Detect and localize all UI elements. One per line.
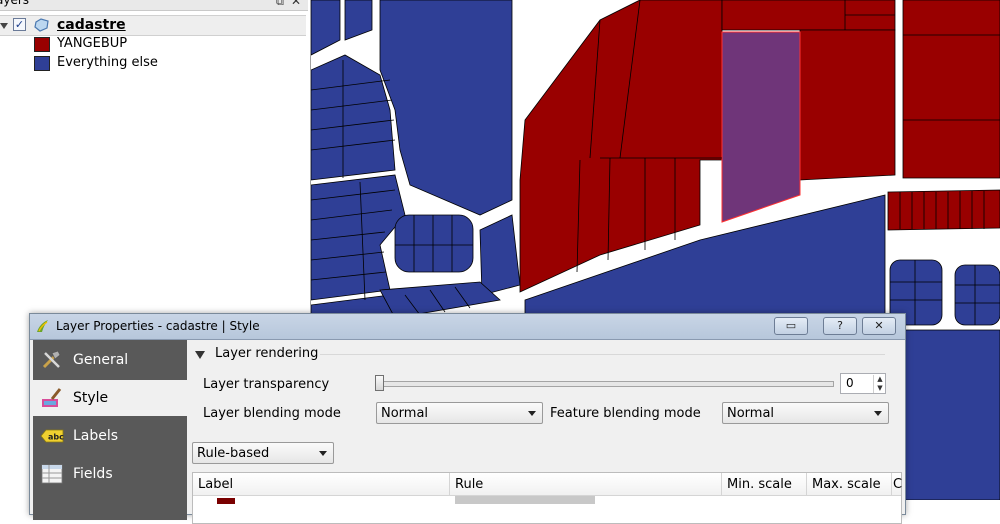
legend-swatch <box>34 37 50 52</box>
legend-label: Everything else <box>57 55 158 70</box>
properties-sidebar: General Style abc Labels Fields <box>33 340 187 520</box>
layer-visibility-checkbox[interactable]: ✓ <box>13 18 26 31</box>
rule-symbol-swatch <box>217 498 235 504</box>
layer-blending-select[interactable]: Normal <box>376 402 543 424</box>
chevron-down-icon <box>874 411 882 416</box>
collapse-arrow-icon[interactable] <box>0 23 8 29</box>
column-header-text: Rule <box>455 477 484 492</box>
restore-button[interactable]: ▭ <box>774 317 808 335</box>
feature-blending-select[interactable]: Normal <box>722 402 889 424</box>
help-button[interactable]: ? <box>823 317 857 335</box>
layer-blending-value: Normal <box>381 406 429 421</box>
chevron-down-icon <box>528 411 536 416</box>
column-header-rule[interactable]: Rule <box>450 473 722 495</box>
sidebar-item-general[interactable]: General <box>33 342 187 378</box>
parcel-blue <box>379 0 513 216</box>
abc-label-icon: abc <box>40 429 64 443</box>
renderer-type-value: Rule-based <box>197 446 270 461</box>
dialog-title: Layer Properties - cadastre | Style <box>56 319 260 333</box>
sidebar-item-label: Fields <box>73 466 113 482</box>
table-icon <box>41 464 63 484</box>
svg-text:abc: abc <box>48 433 64 442</box>
sidebar-item-labels[interactable]: abc Labels <box>33 418 187 454</box>
close-panel-icon[interactable]: ✕ <box>291 0 301 8</box>
legend-label: YANGEBUP <box>57 36 128 51</box>
layer-name[interactable]: cadastre <box>57 17 126 33</box>
column-header-text: Max. scale <box>812 477 881 492</box>
chevron-down-icon <box>319 451 327 456</box>
group-divider <box>320 354 885 355</box>
renderer-type-select[interactable]: Rule-based <box>192 442 334 464</box>
transparency-value: 0 <box>846 376 854 390</box>
legend-swatch <box>34 56 50 71</box>
rule-text-placeholder <box>455 496 595 504</box>
sidebar-item-fields[interactable]: Fields <box>33 456 187 492</box>
group-collapse-arrow-icon[interactable] <box>195 351 205 359</box>
column-header-text: Min. scale <box>727 477 792 492</box>
layer-row-cadastre[interactable]: ✓ cadastre <box>0 15 306 36</box>
qgis-app-icon <box>37 320 48 332</box>
paintbrush-icon <box>42 388 62 407</box>
feature-blending-value: Normal <box>727 406 775 421</box>
transparency-slider[interactable] <box>377 381 834 387</box>
parcel-blue <box>311 0 341 56</box>
parcel-red <box>902 0 1000 179</box>
column-header-text: Label <box>198 477 234 492</box>
layers-panel-header: ayers ⧉ ✕ <box>0 0 308 11</box>
spin-up-icon[interactable]: ▲ <box>873 375 886 384</box>
parcel-blue <box>904 329 1000 500</box>
rules-table[interactable]: Label Rule Min. scale Max. scale C <box>192 472 902 524</box>
close-button[interactable]: ✕ <box>862 317 896 335</box>
parcel-red <box>887 189 1000 231</box>
column-header-label[interactable]: Label <box>193 473 450 495</box>
blending-mode-label: Layer blending mode <box>203 406 341 421</box>
sidebar-item-label: Style <box>73 390 109 406</box>
tools-icon <box>42 350 61 369</box>
column-header-min-scale[interactable]: Min. scale <box>722 473 807 495</box>
sidebar-item-label: Labels <box>73 428 119 444</box>
sidebar-item-label: General <box>73 352 129 368</box>
parcel-blue <box>394 214 474 273</box>
layers-panel: ayers ⧉ ✕ ✓ cadastre YANGEBUP Everything… <box>0 0 311 320</box>
column-header-text: C <box>893 477 903 492</box>
transparency-spinbox[interactable]: 0 ▲ ▼ <box>840 373 886 394</box>
layer-rendering-group-title[interactable]: Layer rendering <box>215 346 318 361</box>
parcel-blue <box>311 174 406 301</box>
parcel-blue <box>479 214 521 296</box>
transparency-label: Layer transparency <box>203 377 330 392</box>
table-header: Label Rule Min. scale Max. scale C <box>193 473 903 496</box>
layer-properties-dialog: Layer Properties - cadastre | Style ▭ ? … <box>29 313 906 524</box>
polygon-layer-icon <box>34 18 49 32</box>
parcel-selected <box>721 31 801 223</box>
spin-down-icon[interactable]: ▼ <box>873 384 886 393</box>
float-panel-icon[interactable]: ⧉ <box>276 0 284 9</box>
transparency-slider-handle[interactable] <box>375 375 384 391</box>
dialog-titlebar[interactable]: Layer Properties - cadastre | Style ▭ ? … <box>30 314 905 340</box>
feature-blending-label: Feature blending mode <box>550 406 701 421</box>
column-header-max-scale[interactable]: Max. scale <box>807 473 892 495</box>
column-header-count[interactable]: C <box>892 473 903 495</box>
parcel-blue <box>344 0 373 41</box>
sidebar-item-style[interactable]: Style <box>33 380 187 416</box>
layers-panel-title: ayers <box>0 0 30 7</box>
parcel-blue <box>954 264 1000 326</box>
parcel-red <box>799 29 896 181</box>
